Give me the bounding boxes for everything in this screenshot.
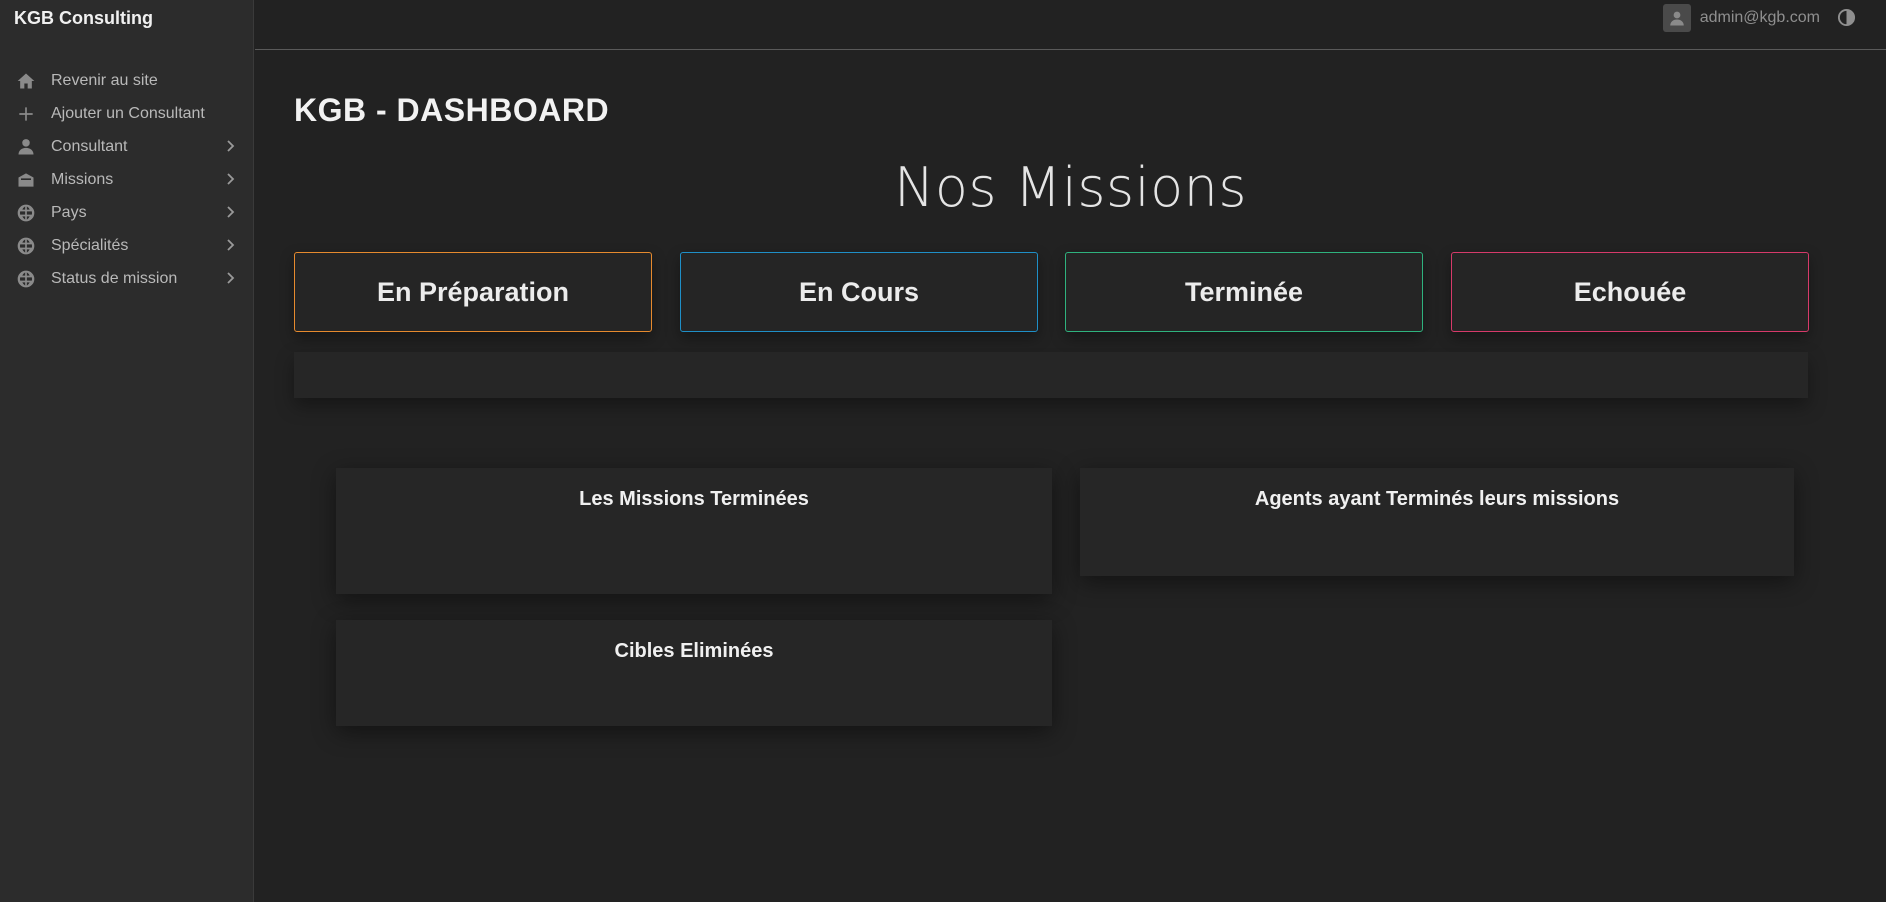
status-card-label: En Cours <box>798 276 919 307</box>
user-email[interactable]: admin@kgb.com <box>1700 9 1820 27</box>
status-card-echouee[interactable]: Echouée <box>1451 252 1809 332</box>
status-card-label: Echouée <box>1573 276 1687 307</box>
sidebar-nav: Revenir au site Ajouter un Consultant Co… <box>0 64 254 295</box>
sidebar-item-missions[interactable]: Missions <box>0 163 254 196</box>
chevron-right-icon[interactable] <box>224 205 238 219</box>
status-card-terminee[interactable]: Terminée <box>1065 252 1423 332</box>
status-card-en-preparation[interactable]: En Préparation <box>294 252 652 332</box>
home-icon <box>15 70 37 92</box>
panel-cibles-eliminees: Cibles Eliminées <box>336 620 1052 726</box>
panel-title: Cibles Eliminées <box>614 640 774 662</box>
sidebar-item-pays[interactable]: Pays <box>0 196 254 229</box>
sidebar: KGB Consulting Revenir au site Ajouter u… <box>0 0 254 902</box>
globe-icon <box>15 202 37 224</box>
status-card-label: Terminée <box>1184 276 1304 307</box>
chevron-right-icon[interactable] <box>224 139 238 153</box>
page-title: KGB - DASHBOARD <box>294 92 610 128</box>
sidebar-item-label: Consultant <box>51 137 128 155</box>
chevron-right-icon[interactable] <box>224 238 238 252</box>
sidebar-item-consultant[interactable]: Consultant <box>0 130 254 163</box>
globe-icon <box>15 235 37 257</box>
globe-icon <box>15 268 37 290</box>
user-menu[interactable]: admin@kgb.com <box>1662 4 1820 32</box>
panel-agents-termines: Agents ayant Terminés leurs missions <box>1080 468 1794 576</box>
panel-title: Agents ayant Terminés leurs missions <box>1254 488 1620 510</box>
sidebar-item-ajouter-consultant[interactable]: Ajouter un Consultant <box>0 97 254 130</box>
user-avatar-icon[interactable] <box>1662 4 1691 32</box>
status-card-en-cours[interactable]: En Cours <box>680 252 1038 332</box>
sidebar-item-label: Missions <box>51 170 114 188</box>
user-icon <box>15 136 37 158</box>
top-bar: admin@kgb.com <box>255 0 1886 50</box>
sidebar-item-label: Revenir au site <box>51 71 158 89</box>
contrast-icon[interactable] <box>1837 8 1856 27</box>
mailbox-icon <box>15 169 37 191</box>
sidebar-item-label: Status de mission <box>51 269 178 287</box>
status-content-area <box>294 352 1808 398</box>
panel-missions-terminees: Les Missions Terminées <box>336 468 1052 594</box>
section-title: Nos Missions <box>894 156 1247 219</box>
sidebar-item-revenir-au-site[interactable]: Revenir au site <box>0 64 254 97</box>
status-card-label: En Préparation <box>376 276 570 307</box>
sidebar-item-label: Ajouter un Consultant <box>51 104 205 122</box>
chevron-right-icon[interactable] <box>224 271 238 285</box>
panel-title: Les Missions Terminées <box>579 488 809 510</box>
sidebar-item-label: Spécialités <box>51 236 129 254</box>
brand-title[interactable]: KGB Consulting <box>14 8 153 29</box>
sidebar-item-label: Pays <box>51 203 87 221</box>
chevron-right-icon[interactable] <box>224 172 238 186</box>
sidebar-item-specialites[interactable]: Spécialités <box>0 229 254 262</box>
plus-icon <box>15 103 37 125</box>
sidebar-item-status-de-mission[interactable]: Status de mission <box>0 262 254 295</box>
